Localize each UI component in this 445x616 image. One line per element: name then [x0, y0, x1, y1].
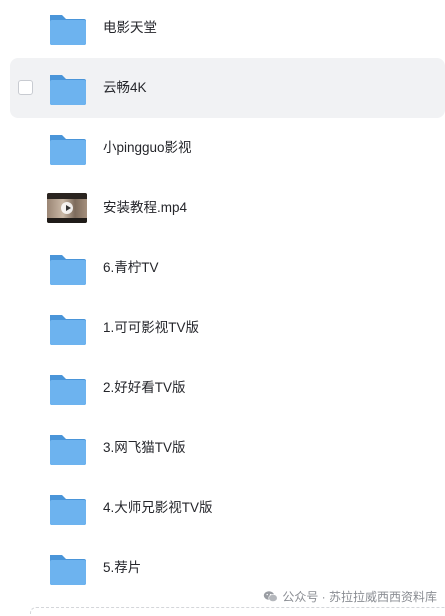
file-name: 1.可可影视TV版: [103, 320, 200, 335]
folder-icon: [50, 495, 86, 525]
folder-icon: [50, 15, 86, 45]
file-name: 4.大师兄影视TV版: [103, 500, 213, 515]
file-name: 3.网飞猫TV版: [103, 440, 186, 455]
watermark-text: 公众号 · 苏拉拉威西西资料库: [282, 589, 437, 604]
folder-icon: [50, 555, 86, 585]
file-name: 小pingguo影视: [103, 140, 192, 155]
file-name: 安装教程.mp4: [103, 200, 188, 215]
folder-icon: [50, 255, 86, 285]
folder-icon: [50, 315, 86, 345]
file-row-folder[interactable]: 6.青柠TV: [0, 238, 445, 298]
folder-icon: [50, 135, 86, 165]
video-thumbnail[interactable]: [47, 193, 87, 223]
file-row-folder[interactable]: 电影天堂: [0, 0, 445, 58]
play-icon: [61, 202, 73, 214]
file-row-folder-hovered[interactable]: 云畅4K: [10, 58, 445, 118]
watermark: 公众号 · 苏拉拉威西西资料库: [263, 586, 437, 606]
file-row-folder[interactable]: 2.好好看TV版: [0, 358, 445, 418]
file-name: 电影天堂: [103, 20, 157, 35]
file-row-folder[interactable]: 小pingguo影视: [0, 118, 445, 178]
file-name: 云畅4K: [103, 80, 147, 95]
folder-icon: [50, 75, 86, 105]
dashed-divider: [30, 607, 445, 616]
wechat-icon: [264, 590, 278, 602]
folder-icon: [50, 375, 86, 405]
file-row-folder[interactable]: 1.可可影视TV版: [0, 298, 445, 358]
row-checkbox[interactable]: [18, 80, 33, 95]
folder-icon: [50, 435, 86, 465]
file-name: 5.荐片: [103, 560, 142, 575]
file-row-folder[interactable]: 3.网飞猫TV版: [0, 418, 445, 478]
file-name: 6.青柠TV: [103, 260, 159, 275]
thumbnail-band: [47, 218, 87, 223]
file-name: 2.好好看TV版: [103, 380, 186, 395]
file-row-folder[interactable]: 4.大师兄影视TV版: [0, 478, 445, 538]
file-list: 电影天堂 云畅4K 小pingguo影视 安装教程.mp4 6.青柠TV 1.可…: [0, 0, 445, 585]
